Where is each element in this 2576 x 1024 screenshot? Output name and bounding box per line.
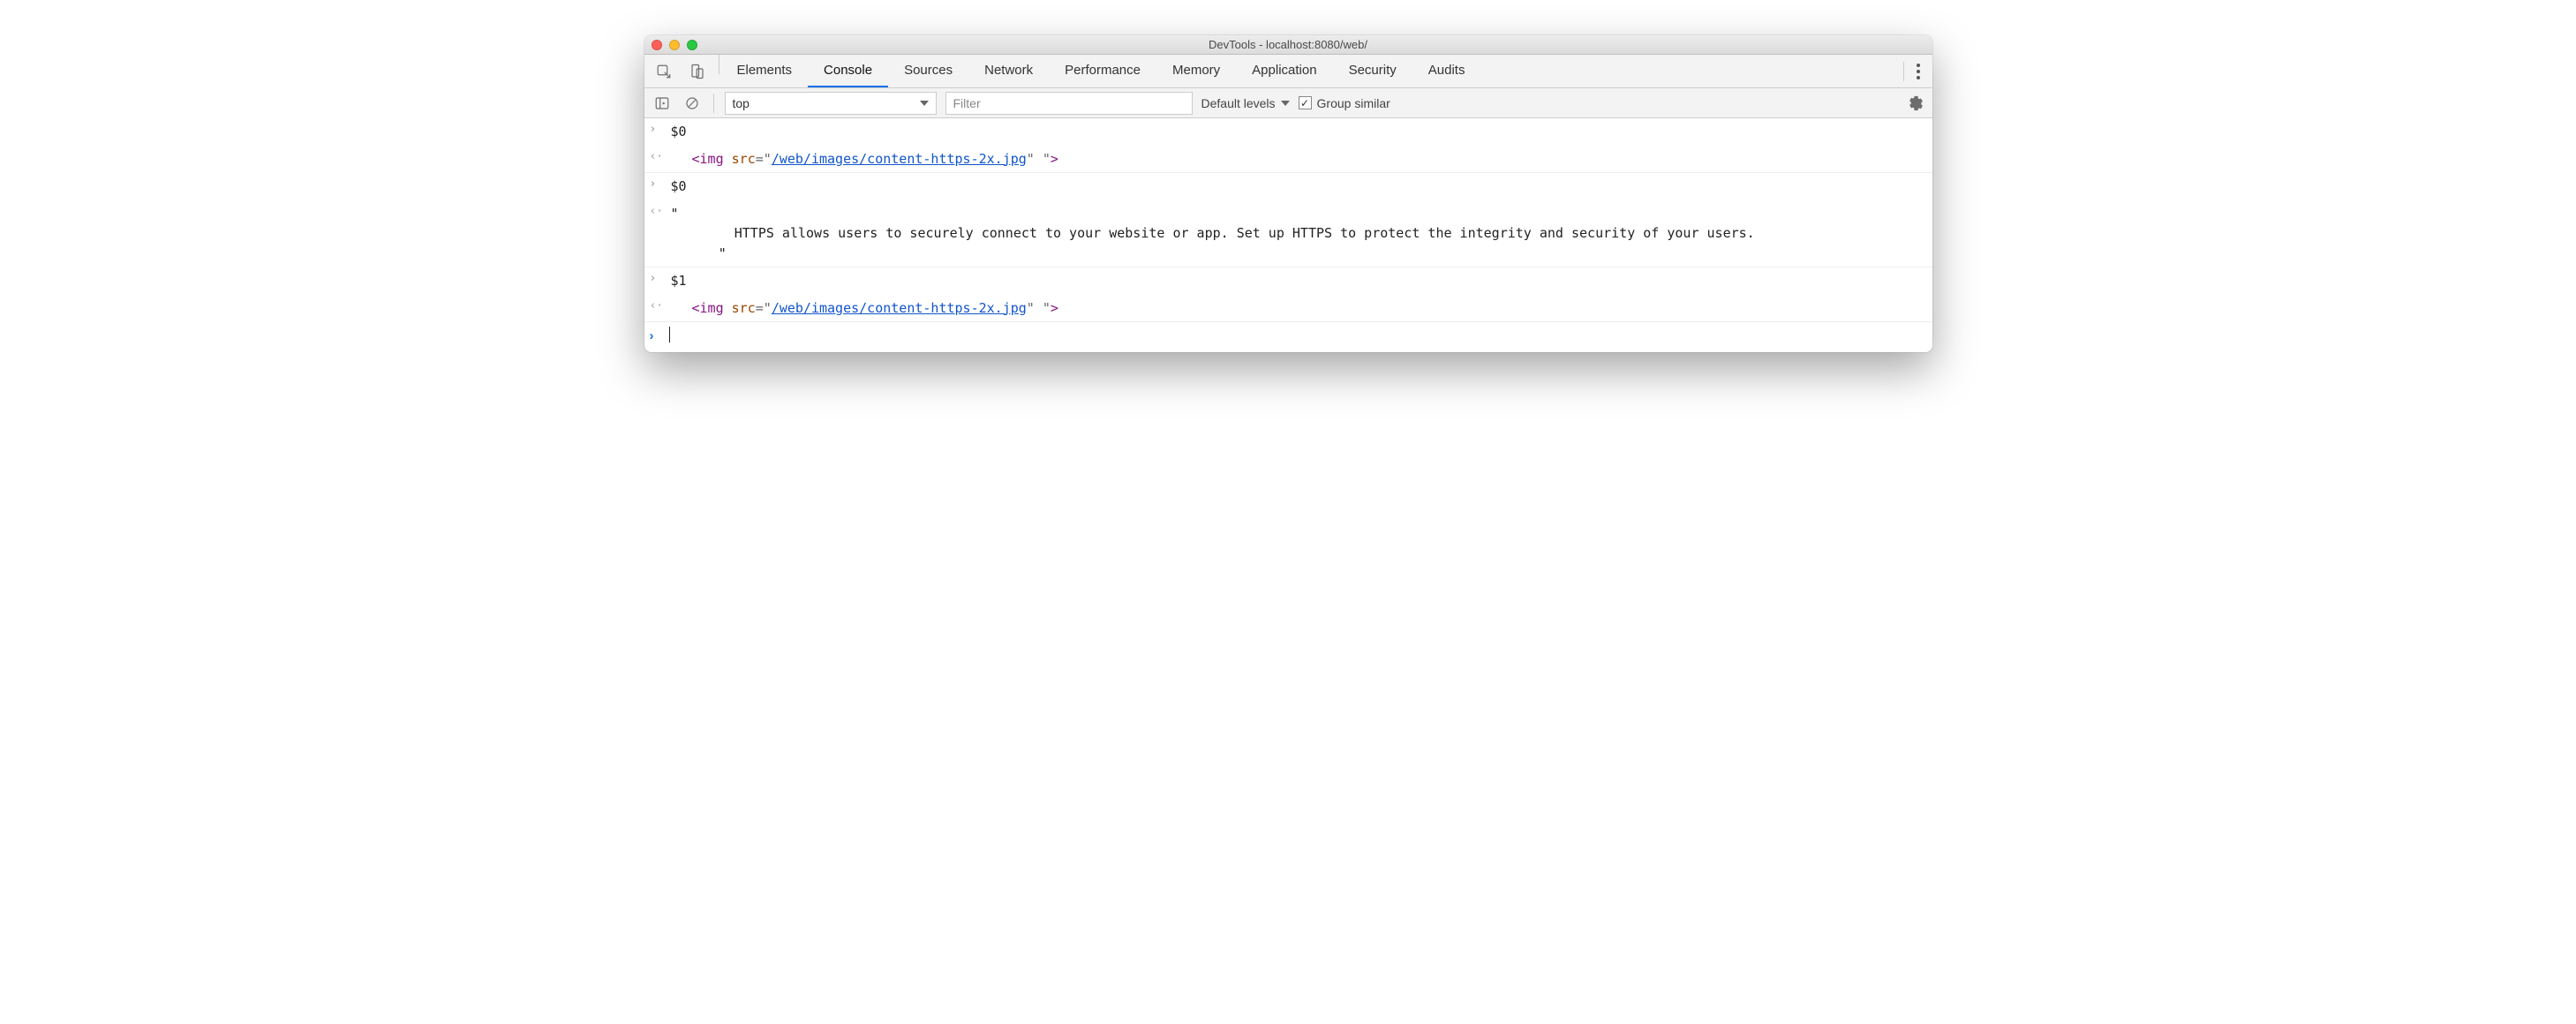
console-input-row: ›$0 <box>644 173 1932 200</box>
tab-audits[interactable]: Audits <box>1412 55 1481 87</box>
console-output-html: <img src="/web/images/content-https-2x.j… <box>667 147 1925 171</box>
inspect-element-icon[interactable] <box>653 61 674 82</box>
device-toolbar-icon[interactable] <box>687 61 708 82</box>
prompt-chevron-icon: › <box>650 326 667 343</box>
input-chevron-icon: › <box>650 120 667 136</box>
console-input-row: ›$1 <box>644 267 1932 295</box>
separator <box>713 94 714 113</box>
console-output-text: " HTTPS allows users to securely connect… <box>667 202 1925 266</box>
separator <box>1903 62 1904 81</box>
console-prompt[interactable]: › <box>644 322 1932 352</box>
clear-console-icon[interactable] <box>682 93 703 114</box>
output-chevron-icon: ‹⋅ <box>650 147 667 163</box>
titlebar: DevTools - localhost:8080/web/ <box>644 35 1932 55</box>
resource-link[interactable]: /web/images/content-https-2x.jpg <box>772 300 1027 316</box>
more-options-icon[interactable] <box>1917 64 1920 79</box>
log-levels-select[interactable]: Default levels <box>1201 96 1290 110</box>
group-similar-label: Group similar <box>1317 96 1390 110</box>
console-input-text: $0 <box>667 175 1925 199</box>
console-input-row: ›$0 <box>644 118 1932 146</box>
output-chevron-icon: ‹⋅ <box>650 202 667 218</box>
execution-context-select[interactable]: top <box>725 92 937 115</box>
chevron-down-icon <box>1281 101 1290 106</box>
tab-network[interactable]: Network <box>968 55 1049 87</box>
console-settings-icon[interactable] <box>1904 93 1925 114</box>
console-output-row: ‹⋅" HTTPS allows users to securely conne… <box>644 200 1932 268</box>
resource-link[interactable]: /web/images/content-https-2x.jpg <box>772 151 1027 167</box>
console-output: ›$0‹⋅<img src="/web/images/content-https… <box>644 118 1932 322</box>
tab-performance[interactable]: Performance <box>1049 55 1156 87</box>
execution-context-value: top <box>733 96 749 110</box>
filter-input[interactable] <box>945 92 1193 115</box>
window-title: DevTools - localhost:8080/web/ <box>644 38 1932 51</box>
console-input-text: $1 <box>667 269 1925 293</box>
main-tabbar: ElementsConsoleSourcesNetworkPerformance… <box>644 55 1932 88</box>
tab-console[interactable]: Console <box>808 55 888 87</box>
console-input-text: $0 <box>667 120 1925 144</box>
chevron-down-icon <box>920 101 929 106</box>
tab-memory[interactable]: Memory <box>1156 55 1236 87</box>
toggle-sidebar-icon[interactable] <box>652 93 673 114</box>
tab-security[interactable]: Security <box>1333 55 1412 87</box>
text-cursor <box>669 327 671 343</box>
log-levels-label: Default levels <box>1201 96 1276 110</box>
console-output-html: <img src="/web/images/content-https-2x.j… <box>667 297 1925 320</box>
console-output-row: ‹⋅<img src="/web/images/content-https-2x… <box>644 146 1932 174</box>
console-toolbar: top Default levels Group similar <box>644 88 1932 118</box>
console-output-row: ‹⋅<img src="/web/images/content-https-2x… <box>644 295 1932 323</box>
group-similar-toggle[interactable]: Group similar <box>1299 96 1390 110</box>
tab-application[interactable]: Application <box>1236 55 1332 87</box>
tab-elements[interactable]: Elements <box>721 55 809 87</box>
group-similar-checkbox[interactable] <box>1299 96 1312 109</box>
input-chevron-icon: › <box>650 175 667 191</box>
output-chevron-icon: ‹⋅ <box>650 297 667 312</box>
tab-sources[interactable]: Sources <box>888 55 968 87</box>
devtools-window: DevTools - localhost:8080/web/ ElementsC… <box>644 35 1932 352</box>
input-chevron-icon: › <box>650 269 667 285</box>
